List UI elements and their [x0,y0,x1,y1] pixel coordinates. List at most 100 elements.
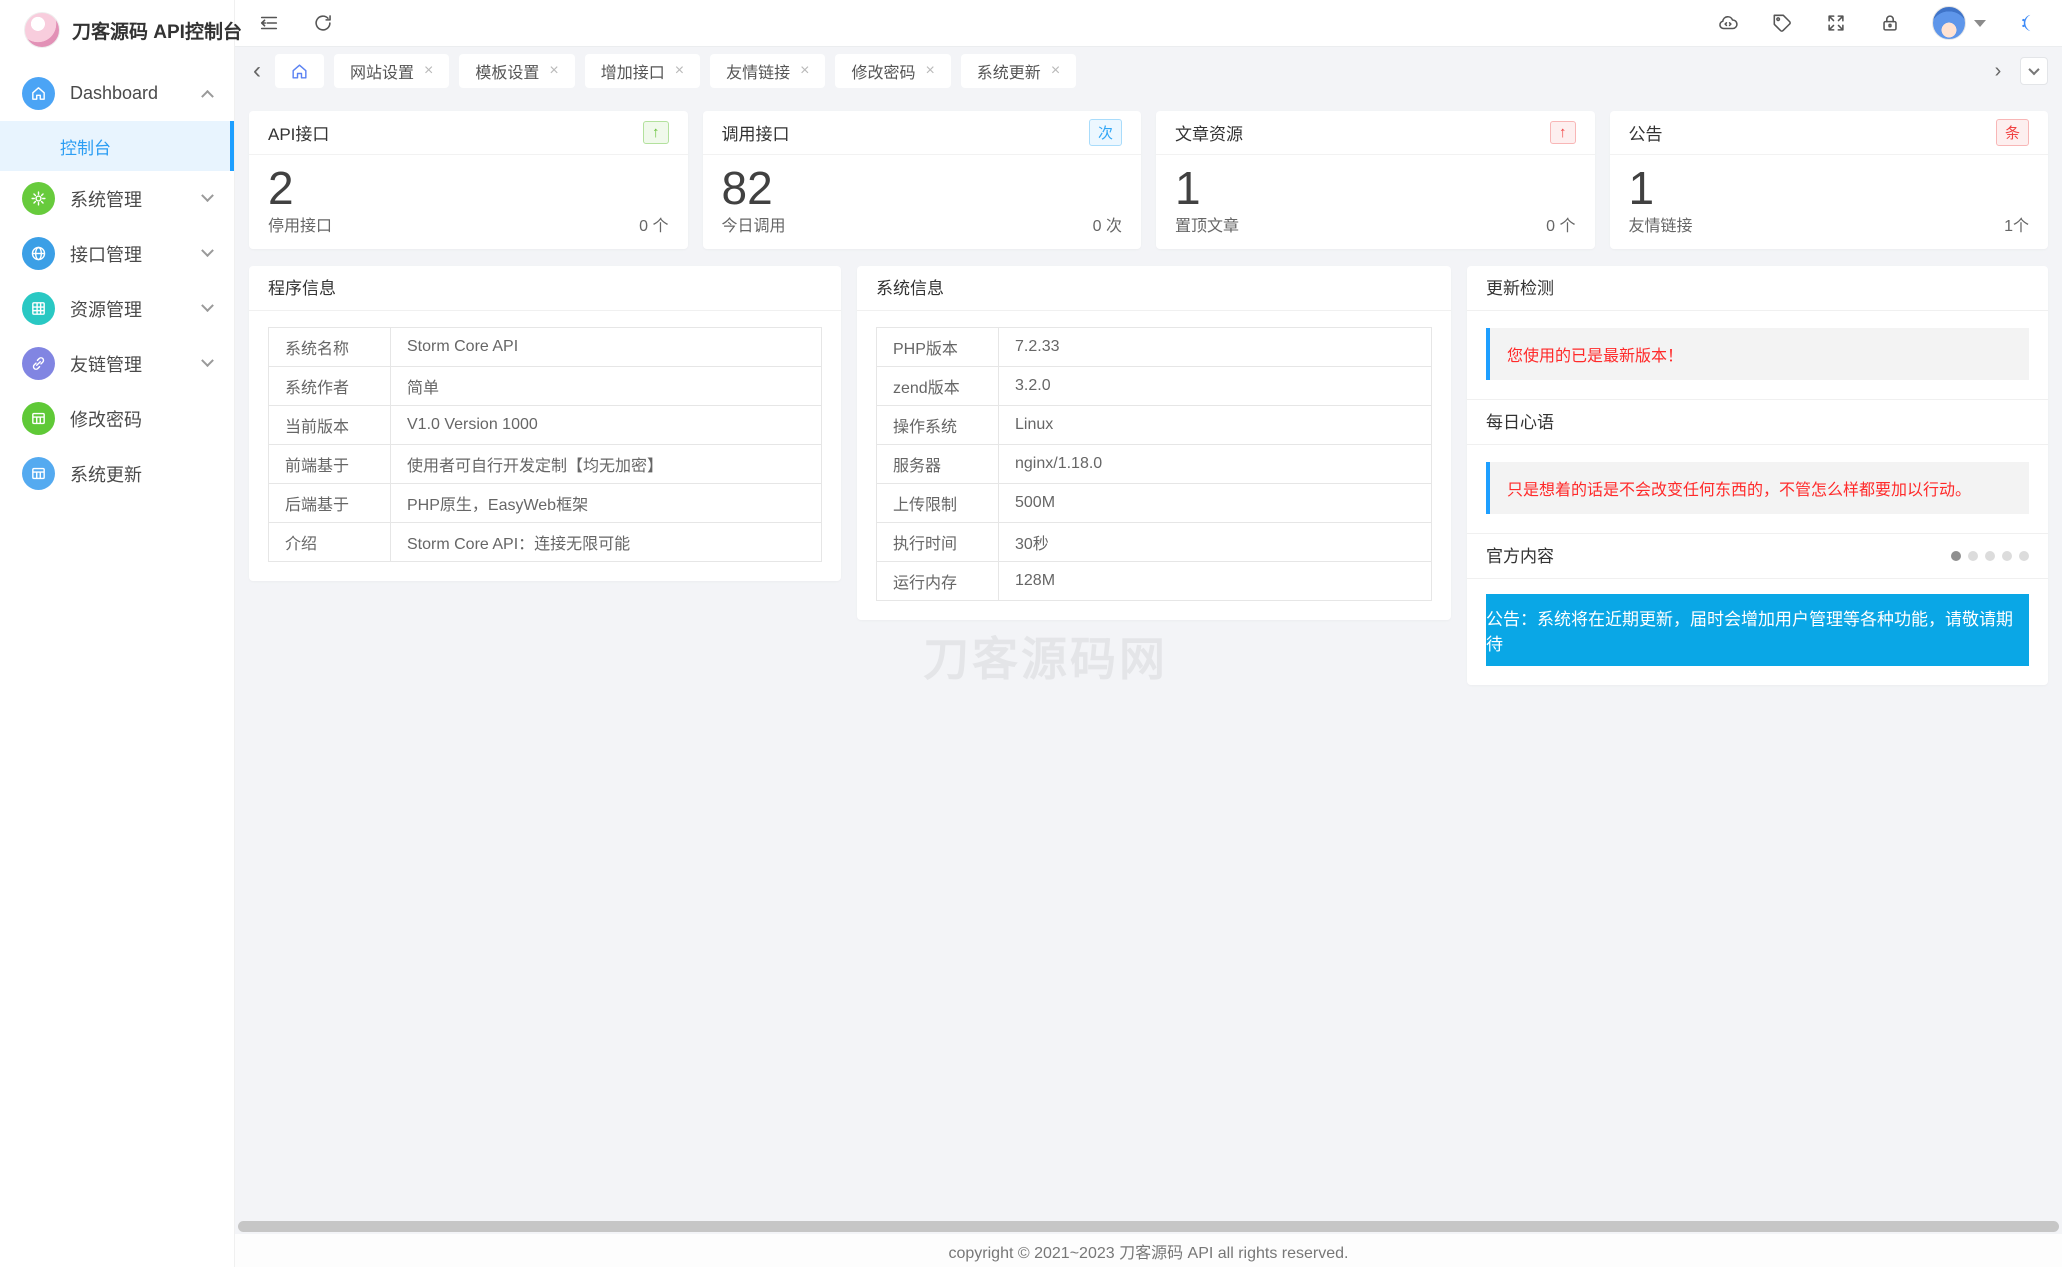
daily-words-title: 每日心语 [1467,400,2048,445]
logo[interactable]: 刀客源码 API控制台 [0,0,234,60]
tab-website-settings[interactable]: 网站设置 × [334,54,449,88]
panel-title-text: 程序信息 [268,266,336,311]
tabs-menu-button[interactable] [2020,57,2048,85]
system-info-table: PHP版本 7.2.33 zend版本 3.2.0 操作系统 Linux [876,327,1432,601]
stat-card-footer: 友情链接 1个 [1610,212,2049,249]
sidebar-item-links-manage[interactable]: 友链管理 [0,336,234,391]
stat-card-footer-value: 0 个 [639,212,668,236]
main-area: ‹ 网站设置 × 模板设置 × 增加接口 × 友情链接 × 修改密码 [235,0,2062,1267]
tab-label: 网站设置 [350,59,414,83]
grid-icon [22,292,55,325]
tabbar-controls: › [1984,57,2048,85]
stat-card-footer-label: 置顶文章 [1175,212,1239,236]
chevron-down-icon [201,244,214,257]
close-icon[interactable]: × [1051,63,1060,79]
stat-card-announcements: 公告 条 1 友情链接 1个 [1610,111,2049,249]
stat-card-footer-label: 停用接口 [268,212,332,236]
globe-icon [22,237,55,270]
carousel-dot[interactable] [1968,551,1978,561]
close-icon[interactable]: × [925,63,934,79]
row-value: 使用者可自行开发定制【均无加密】 [391,445,822,484]
link-icon [22,347,55,380]
caret-down-icon [1974,20,1986,27]
stat-card-header: 调用接口 次 [703,111,1142,155]
chevron-down-icon [201,354,214,367]
panel-title-text: 系统信息 [876,266,944,311]
program-info-panel: 程序信息 系统名称 Storm Core API 系统作者 简单 [249,266,841,581]
stat-card-api: API接口 ↑ 2 停用接口 0 个 [249,111,688,249]
close-icon[interactable]: × [800,63,809,79]
lock-icon[interactable] [1878,11,1902,35]
table-row: PHP版本 7.2.33 [877,328,1432,367]
cloud-code-icon[interactable] [1716,11,1740,35]
carousel-dot[interactable] [2019,551,2029,561]
stat-card-footer: 置顶文章 0 个 [1156,212,1595,249]
tab-home[interactable] [275,54,324,88]
row-label: 系统名称 [269,328,391,367]
stat-card-value: 1 [1610,155,2049,212]
sidebar-item-label: 系统更新 [70,461,142,487]
sidebar-item-label: 友链管理 [70,351,142,377]
table-row: 当前版本 V1.0 Version 1000 [269,406,822,445]
up-arrow-badge: ↑ [1550,121,1576,144]
table-row: 上传限制 500M [877,484,1432,523]
tabs-scroll-left-icon[interactable]: ‹ [249,59,265,83]
sidebar-item-resource-manage[interactable]: 资源管理 [0,281,234,336]
stat-card-footer-label: 今日调用 [722,212,786,236]
row-label: 后端基于 [269,484,391,523]
refresh-icon[interactable] [311,11,335,35]
unit-badge: 条 [1996,119,2029,146]
sidebar-item-console[interactable]: 控制台 [0,121,234,171]
close-icon[interactable]: × [424,63,433,79]
announcement-banner[interactable]: 公告：系统将在近期更新，届时会增加用户管理等各种功能，请敬请期待 [1486,594,2029,666]
user-avatar [1932,6,1966,40]
header-right [1716,6,2040,40]
row-value: 简单 [391,367,822,406]
sidebar-menu: Dashboard 控制台 系统管理 接口管理 [0,60,234,501]
row-value: 500M [999,484,1432,523]
carousel-dot[interactable] [1985,551,1995,561]
row-label: 当前版本 [269,406,391,445]
tab-change-password[interactable]: 修改密码 × [835,54,950,88]
fullscreen-icon[interactable] [1824,11,1848,35]
horizontal-scrollbar[interactable] [238,1221,2059,1232]
sidebar-item-label: Dashboard [70,83,158,104]
tag-icon[interactable] [1770,11,1794,35]
content-area: 刀客源码网 API接口 ↑ 2 停用接口 0 个 调用接口 [235,95,2062,1234]
update-status-alert: 您使用的已是最新版本！ [1486,328,2029,380]
carousel-dot[interactable] [1951,551,1961,561]
theme-icon[interactable] [2016,11,2040,35]
sidebar-item-system-update[interactable]: 系统更新 [0,446,234,501]
tab-label: 模板设置 [475,59,539,83]
sidebar-item-api-manage[interactable]: 接口管理 [0,226,234,281]
chevron-down-icon [201,299,214,312]
daily-words-alert: 只是想着的话是不会改变任何东西的，不管怎么样都要加以行动。 [1486,462,2029,514]
row-value: PHP原生，EasyWeb框架 [391,484,822,523]
stat-card-title: 文章资源 [1175,120,1243,145]
panels-row: 程序信息 系统名称 Storm Core API 系统作者 简单 [249,266,2048,685]
row-label: PHP版本 [877,328,999,367]
app-title: 刀客源码 API控制台 [72,17,242,44]
close-icon[interactable]: × [549,63,558,79]
user-menu[interactable] [1932,6,1986,40]
tabs-scroll-right-icon[interactable]: › [1984,57,2012,85]
logo-avatar-icon [24,12,60,48]
tab-template-settings[interactable]: 模板设置 × [459,54,574,88]
tab-system-update[interactable]: 系统更新 × [961,54,1076,88]
tab-friend-links[interactable]: 友情链接 × [710,54,825,88]
collapse-sidebar-icon[interactable] [257,11,281,35]
stat-card-value: 1 [1156,155,1595,212]
panel-body: 系统名称 Storm Core API 系统作者 简单 当前版本 V1.0 Ve… [249,311,841,581]
stat-card-footer-value: 0 次 [1093,212,1122,236]
sidebar-item-system-manage[interactable]: 系统管理 [0,171,234,226]
sidebar-item-change-password[interactable]: 修改密码 [0,391,234,446]
header [235,0,2062,47]
row-value: V1.0 Version 1000 [391,406,822,445]
tabbar: ‹ 网站设置 × 模板设置 × 增加接口 × 友情链接 × 修改密码 [235,47,2062,95]
table-icon [22,402,55,435]
close-icon[interactable]: × [675,63,684,79]
carousel-dot[interactable] [2002,551,2012,561]
tab-add-api[interactable]: 增加接口 × [585,54,700,88]
sidebar-item-dashboard[interactable]: Dashboard [0,66,234,121]
gear-icon [22,182,55,215]
